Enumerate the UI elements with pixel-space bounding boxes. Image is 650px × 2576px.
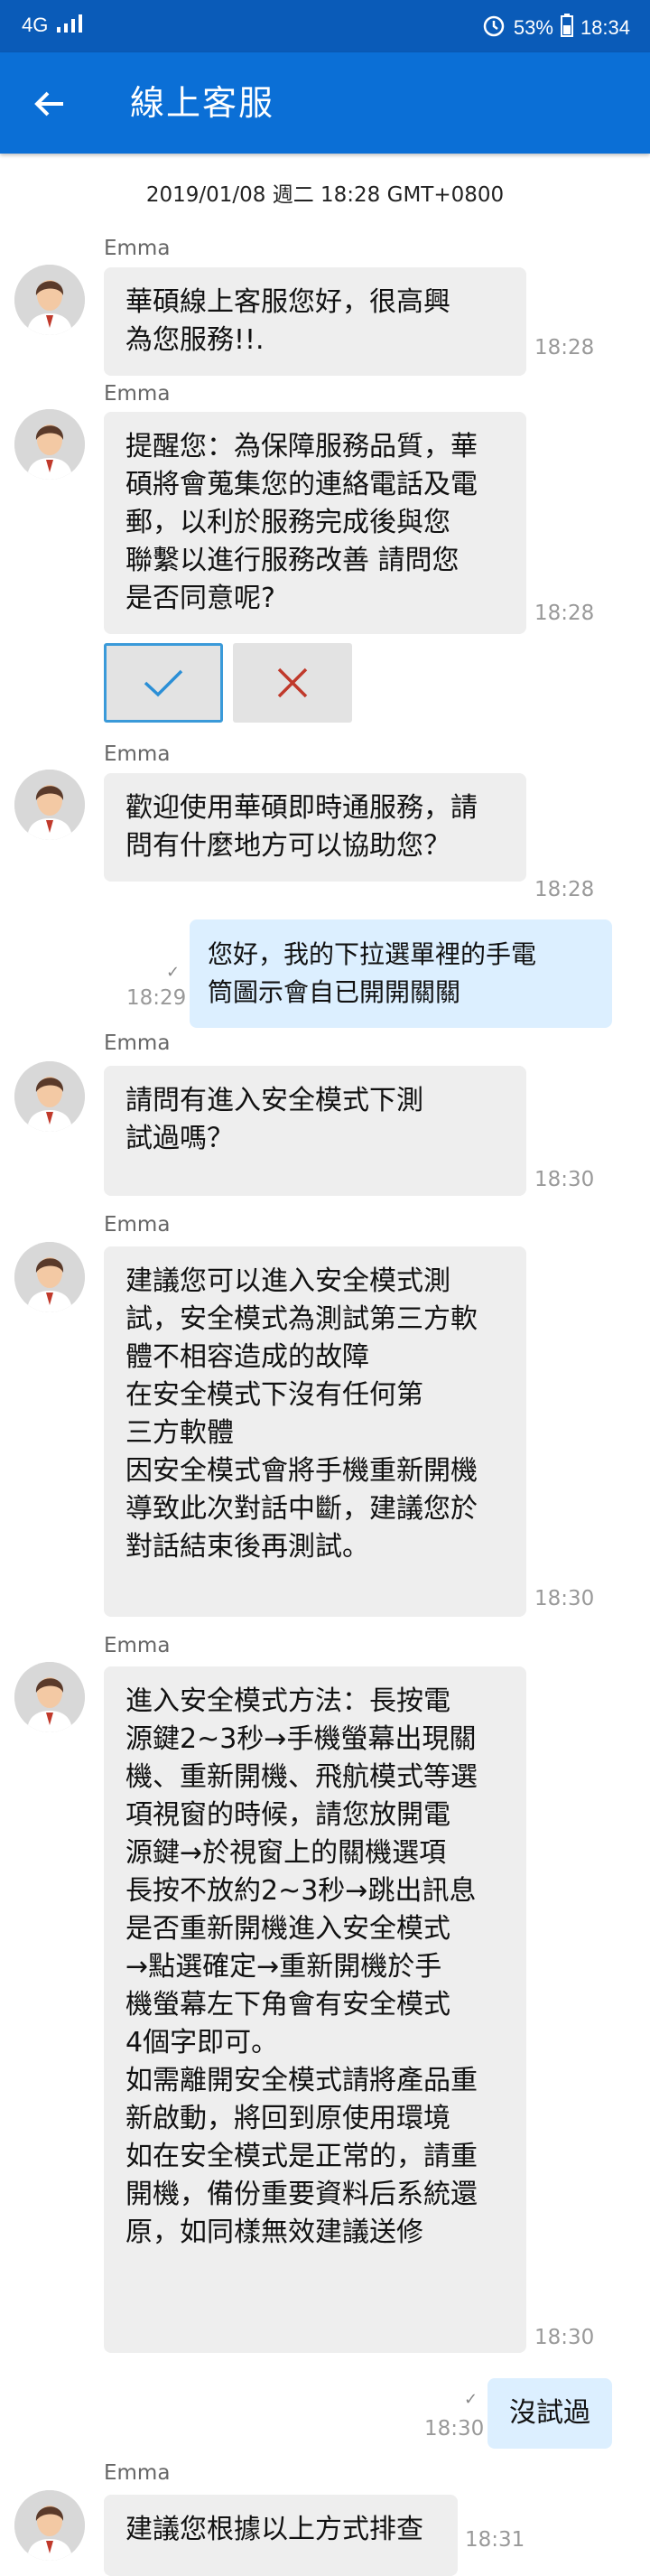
sender-name: Emma [104, 742, 171, 766]
signal-icon [57, 13, 89, 38]
agent-avatar [14, 1061, 85, 1132]
message-line: 筒圖示會自已開開關關 [208, 977, 461, 1007]
message-line: 開機，備份重要資料后系統還 [125, 2179, 478, 2210]
agent-avatar [14, 409, 85, 480]
close-icon [277, 667, 308, 698]
message-line: 聯繫以進行服務改善 請問您 [125, 545, 460, 576]
message-line: 源鍵2~3秒→手機螢幕出現關 [125, 1723, 477, 1755]
battery-percent: 53% [513, 16, 553, 39]
network-label: 4G [22, 14, 49, 36]
message-line: 提醒您：為保障服務品質，華 [125, 431, 478, 462]
message-line: 機螢幕左下角會有安全模式 [125, 1989, 450, 2021]
message-line: 試過嗎？ [125, 1123, 234, 1154]
page-title: 線上客服 [130, 83, 275, 123]
message-line: 4個字即可。 [125, 2027, 279, 2058]
message-time: 18:29 [126, 986, 187, 1010]
message-line: 為您服務!!. [125, 324, 265, 356]
message-time: 18:30 [534, 1168, 595, 1191]
message-bubble: 建議您根據以上方式排查 [104, 2495, 458, 2576]
message-time: 18:28 [534, 878, 595, 901]
message-bubble: 華碩線上客服您好，很高興 為您服務!!. [104, 267, 526, 376]
message-line: 郵，以利於服務完成後與您 [125, 507, 450, 538]
status-bar: 4G 53% 18:34 [0, 0, 650, 52]
back-arrow-icon [34, 91, 63, 117]
accept-button[interactable] [104, 643, 223, 723]
message-line: 是否同意呢? [125, 583, 275, 614]
app-bar: 線上客服 [0, 52, 650, 154]
message-line: 因安全模式會將手機重新開機 [125, 1455, 478, 1487]
message-line: 是否重新開機進入安全模式 [125, 1913, 450, 1945]
agent-avatar [14, 265, 85, 335]
message-line: 對話結束後再測試。 [125, 1531, 369, 1563]
message-time: 18:28 [534, 602, 595, 625]
alarm-icon [481, 13, 506, 43]
decline-button[interactable] [233, 643, 352, 723]
message-line: 體不相容造成的故障 [125, 1341, 369, 1373]
message-line: 如在安全模式是正常的，請重 [125, 2141, 478, 2172]
clock: 18:34 [580, 16, 630, 39]
message-bubble: 建議您可以進入安全模式測 試，安全模式為測試第三方軟 體不相容造成的故障 在安全… [104, 1246, 526, 1617]
sender-name: Emma [104, 1634, 171, 1657]
message-line: 沒試過 [509, 2397, 590, 2429]
message-line: 源鍵→於視窗上的關機選項 [125, 1837, 447, 1869]
message-line: 進入安全模式方法：長按電 [125, 1685, 450, 1717]
agent-avatar [14, 770, 85, 840]
message-bubble: 提醒您：為保障服務品質，華 碩將會蒐集您的連絡電話及電 郵，以利於服務完成後與您… [104, 412, 526, 634]
sender-name: Emma [104, 1031, 171, 1055]
message-time: 18:30 [534, 1587, 595, 1610]
message-line: 碩將會蒐集您的連絡電話及電 [125, 469, 478, 500]
back-button[interactable] [25, 79, 74, 128]
message-line: 新啟動，將回到原使用環境 [125, 2103, 450, 2134]
battery-icon [560, 14, 573, 42]
message-line: 長按不放約2~3秒→跳出訊息 [125, 1875, 477, 1907]
agent-avatar [14, 2490, 85, 2561]
message-line: 華碩線上客服您好，很高興 [125, 286, 450, 318]
message-line: 請問有進入安全模式下測 [125, 1085, 423, 1116]
message-line: 試，安全模式為測試第三方軟 [125, 1303, 478, 1335]
agent-avatar [14, 1242, 85, 1312]
message-line: 建議您根據以上方式排查 [125, 2514, 423, 2545]
message-line: 項視窗的時候，請您放開電 [125, 1799, 450, 1831]
message-time: 18:31 [465, 2528, 525, 2552]
message-time: 18:28 [534, 336, 595, 359]
message-line: 您好，我的下拉選單裡的手電 [208, 939, 537, 969]
message-line: →點選確定→重新開機於手 [125, 1951, 442, 1983]
message-line: 建議您可以進入安全模式測 [125, 1265, 450, 1297]
agent-avatar [14, 1662, 85, 1732]
sender-name: Emma [104, 382, 171, 406]
message-bubble: 歡迎使用華碩即時通服務，請 問有什麼地方可以協助您？ [104, 773, 526, 882]
user-message-bubble: 沒試過 [488, 2378, 612, 2449]
message-line: 問有什麼地方可以協助您？ [125, 830, 450, 862]
message-bubble: 進入安全模式方法：長按電 源鍵2~3秒→手機螢幕出現關 機、重新開機、飛航模式等… [104, 1666, 526, 2353]
message-line: 歡迎使用華碩即時通服務，請 [125, 792, 478, 824]
message-bubble: 請問有進入安全模式下測 試過嗎？ [104, 1066, 526, 1196]
message-line: 如需離開安全模式請將產品重 [125, 2065, 478, 2096]
sender-name: Emma [104, 237, 171, 260]
message-line: 在安全模式下沒有任何第 [125, 1379, 423, 1411]
message-line: 三方軟體 [125, 1417, 234, 1449]
read-check-icon: ✓ [166, 963, 181, 982]
message-time: 18:30 [424, 2417, 485, 2441]
read-check-icon: ✓ [464, 2390, 478, 2409]
message-line: 導致此次對話中斷，建議您於 [125, 1493, 478, 1525]
message-time: 18:30 [534, 2326, 595, 2349]
chat-date: 2019/01/08 週二 18:28 GMT+0800 [145, 183, 505, 207]
sender-name: Emma [104, 2461, 171, 2485]
user-message-bubble: 您好，我的下拉選單裡的手電 筒圖示會自已開開關關 [190, 919, 612, 1028]
check-icon [144, 669, 183, 697]
message-line: 原，如同樣無效建議送修 [125, 2217, 423, 2248]
message-line: 機、重新開機、飛航模式等選 [125, 1761, 478, 1793]
sender-name: Emma [104, 1213, 171, 1237]
